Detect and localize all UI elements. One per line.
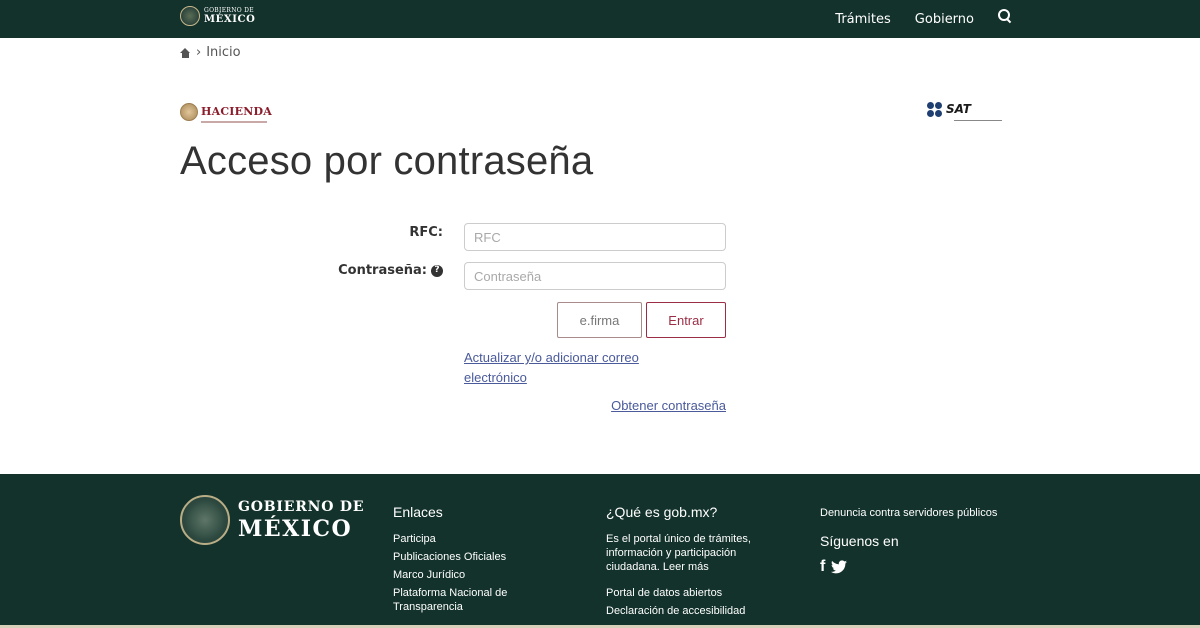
- footer-link-publicaciones[interactable]: Publicaciones Oficiales: [393, 550, 533, 564]
- footer-enlaces: Enlaces Participa Publicaciones Oficiale…: [393, 504, 533, 618]
- national-seal-icon: [180, 495, 230, 545]
- top-navbar: GOBIERNO DE MÉXICO Trámites Gobierno: [0, 0, 1200, 38]
- obtain-password-link[interactable]: Obtener contraseña: [611, 396, 726, 416]
- footer-que-title: ¿Qué es gob.mx?: [606, 504, 718, 520]
- breadcrumb: › Inicio: [180, 45, 241, 60]
- sat-logo: SAT: [927, 98, 1002, 121]
- logo-line-2: MÉXICO: [204, 13, 256, 25]
- update-email-link[interactable]: Actualizar y/o adicionar correo electrón…: [464, 348, 694, 388]
- logo-line-1: GOBIERNO DE: [204, 6, 254, 14]
- hacienda-seal-icon: [180, 102, 198, 121]
- footer-enlaces-title: Enlaces: [393, 504, 443, 520]
- password-label: Contraseña:: [338, 263, 427, 278]
- gobierno-logo[interactable]: GOBIERNO DE MÉXICO: [180, 6, 255, 26]
- national-seal-icon: [180, 6, 200, 26]
- footer-logo-line-1: GOBIERNO DE: [238, 499, 365, 515]
- password-label-group: Contraseña: ?: [338, 263, 443, 278]
- info-icon[interactable]: ?: [431, 264, 443, 277]
- entrar-button[interactable]: Entrar: [646, 302, 726, 338]
- footer-link-transparencia[interactable]: Plataforma Nacional de Transparencia: [393, 586, 533, 614]
- facebook-icon[interactable]: f: [820, 559, 825, 575]
- nav-gobierno[interactable]: Gobierno: [915, 12, 974, 27]
- footer-link-accesibilidad[interactable]: Declaración de accesibilidad: [606, 604, 776, 618]
- password-input[interactable]: [464, 262, 726, 290]
- social-icons: f: [820, 559, 1020, 575]
- sat-subtitle-line: [954, 120, 1002, 121]
- footer-link-marco-juridico[interactable]: Marco Jurídico: [393, 568, 533, 582]
- footer-link-participa[interactable]: Participa: [393, 532, 533, 546]
- breadcrumb-current[interactable]: Inicio: [206, 45, 240, 60]
- hacienda-logo: HACIENDA: [180, 100, 272, 123]
- search-icon[interactable]: [998, 9, 1012, 23]
- page-title: Acceso por contraseña: [180, 139, 594, 183]
- footer-siguenos-title: Síguenos en: [820, 533, 899, 549]
- footer-que-es: ¿Qué es gob.mx? Es el portal único de tr…: [606, 504, 776, 622]
- footer-que-text: Es el portal único de trámites, informac…: [606, 533, 751, 573]
- footer-logo-line-2: MÉXICO: [238, 516, 353, 542]
- top-nav: Trámites Gobierno: [835, 0, 1012, 38]
- rfc-label: RFC:: [409, 225, 443, 240]
- home-icon[interactable]: [180, 47, 191, 58]
- sat-text: SAT: [946, 102, 971, 116]
- breadcrumb-separator: ›: [196, 45, 202, 60]
- twitter-icon[interactable]: [831, 560, 848, 574]
- hacienda-text: HACIENDA: [201, 105, 272, 118]
- nav-tramites[interactable]: Trámites: [835, 12, 891, 27]
- footer-social: Denuncia contra servidores públicos Sígu…: [820, 506, 1020, 575]
- rfc-input[interactable]: [464, 223, 726, 251]
- footer-link-denuncia[interactable]: Denuncia contra servidores públicos: [820, 506, 1020, 520]
- footer-gobierno-logo[interactable]: GOBIERNO DE MÉXICO: [180, 495, 364, 545]
- hacienda-subtitle-line: [201, 121, 267, 123]
- sat-dots-icon: [927, 101, 943, 118]
- footer: GOBIERNO DE MÉXICO Enlaces Participa Pub…: [0, 474, 1200, 628]
- footer-link-datos-abiertos[interactable]: Portal de datos abiertos: [606, 586, 776, 600]
- efirma-button[interactable]: e.firma: [557, 302, 642, 338]
